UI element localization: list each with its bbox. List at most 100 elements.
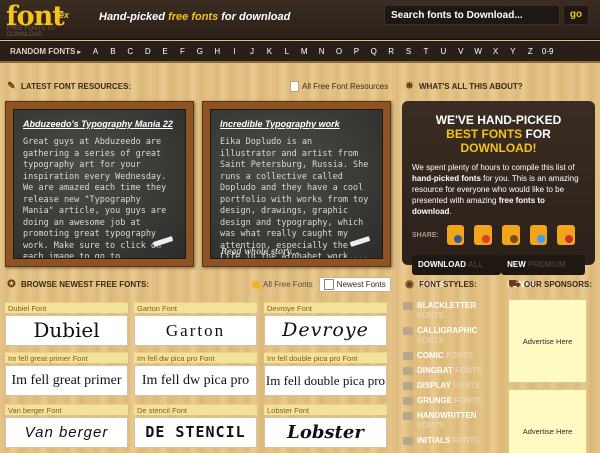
font-card[interactable]: Lobster Font Lobster [264,404,387,448]
font-preview[interactable]: DE STENCIL [134,417,257,448]
alphabet-letter-link[interactable]: Y [504,47,521,56]
site-logo[interactable]: font ex FREE FONTS TO DOWNLOAD [6,0,86,40]
resource-title[interactable]: Incredible Typography work [220,119,373,129]
alphabet-letter-link[interactable]: M [296,47,313,56]
font-card[interactable]: Im fell dw pica pro Font Im fell dw pica … [134,352,257,396]
alphabet-letter-link[interactable]: B [104,47,121,56]
font-style-name: DINGBAT [417,366,453,375]
alphabet-letter-link[interactable]: D [139,47,156,56]
font-card[interactable]: Im fell great primer Font Im fell great p… [5,352,128,396]
alphabet-letter-link[interactable]: N [313,47,330,56]
folder-icon [403,397,413,405]
download-all-fonts-button[interactable]: DOWNLOAD ALL FONTS! [412,255,502,289]
styles-heading-text: FONT STYLES: [419,280,477,289]
alphabet-letter-link[interactable]: S [400,47,417,56]
font-card-label[interactable]: Im fell dw pica pro Font [134,352,257,363]
alphabet-letter-link[interactable]: R [382,47,399,56]
font-style-label: BLACKLETTER FONTS [417,301,503,321]
font-card-label[interactable]: Dubiel Font [5,302,128,313]
font-style-item[interactable]: BLACKLETTER FONTS [403,301,503,321]
chalkboard: Incredible Typography work Eika Dopludo … [210,109,383,259]
font-card-label[interactable]: Garton Font [134,302,257,313]
font-card[interactable]: Garton Font Garton [134,302,257,346]
font-style-name: BLACKLETTER [417,301,477,310]
random-fonts-link[interactable]: RANDOM FONTS ▸ [10,47,81,56]
font-style-item[interactable]: CALLIGRAPHIC FONTS [403,326,503,346]
alphabet-letter-link[interactable]: H [209,47,226,56]
font-style-item[interactable]: HANDWRITTEN FONTS [403,411,503,431]
font-style-item[interactable]: DINGBAT FONTS [403,366,503,376]
sponsor-ad-slot[interactable]: Advertise Here [508,389,587,453]
alphabet-letter-link[interactable]: I [226,47,243,56]
font-style-label: DISPLAY FONTS [417,381,480,391]
resource-body: Eika Dopludo is an illustrator and artis… [220,137,369,259]
alphabet-letter-link[interactable]: G [191,47,208,56]
resource-board-2[interactable]: Incredible Typography work Eika Dopludo … [202,101,391,267]
alphabet-letter-link[interactable]: 0-9 [539,47,556,56]
alphabet-letter-link[interactable]: P [348,47,365,56]
font-style-item[interactable]: COMIC FONTS [403,351,503,361]
search-go-button[interactable]: go [563,5,589,25]
resource-title[interactable]: Abduzeedo's Typography Mania 22 [23,119,176,129]
font-preview[interactable]: Im fell double pica pro [264,365,387,396]
new-premium-fonts-button[interactable]: NEW PREMIUM FONTS! [501,255,585,289]
alphabet-letter-link[interactable]: U [435,47,452,56]
alphabet-letter-link[interactable]: Z [522,47,539,56]
font-card-label[interactable]: Im fell great primer Font [5,352,128,363]
tab-newest-fonts[interactable]: Newest Fonts [318,277,391,292]
document-icon [290,81,299,92]
font-card[interactable]: Dubiel Font Dubiel [5,302,128,346]
alphabet-letter-link[interactable]: O [330,47,347,56]
sponsors-heading: ⛟ OUR SPONSORS: [508,278,592,291]
about-title-download: DOWNLOAD! [460,141,537,155]
font-card-label[interactable]: Im fell double pica pro Font [264,352,387,363]
font-style-item[interactable]: DISPLAY FONTS [403,381,503,391]
font-preview[interactable]: Devroye [264,315,387,346]
alphabet-letter-link[interactable]: W [469,47,486,56]
font-style-item[interactable]: GRUNGE FONTS [403,396,503,406]
sponsor-ad-slot[interactable]: Advertise Here [508,299,587,383]
stumbleupon-icon[interactable] [474,225,493,245]
random-fonts-label: RANDOM FONTS [10,46,76,56]
font-preview[interactable]: Van berger [5,417,128,448]
alphabet-letter-link[interactable]: L [278,47,295,56]
font-preview[interactable]: Garton [134,315,257,346]
alphabet-letter-link[interactable]: T [417,47,434,56]
alphabet-letter-link[interactable]: K [261,47,278,56]
font-preview[interactable]: Dubiel [5,315,128,346]
alphabet-letter-link[interactable]: X [487,47,504,56]
font-card[interactable]: Van berger Font Van berger [5,404,128,448]
font-card-label[interactable]: Lobster Font [264,404,387,415]
font-card[interactable]: Im fell double pica pro Font Im fell doub… [264,352,387,396]
font-card-label[interactable]: De stencil Font [134,404,257,415]
font-preview[interactable]: Lobster [264,417,387,448]
alphabet-letter-link[interactable]: A [87,47,104,56]
font-preview[interactable]: Im fell dw pica pro [134,365,257,396]
font-styles-list: BLACKLETTER FONTS CALLIGRAPHIC FONTS COMIC… [403,301,503,451]
all-resources-link[interactable]: All Free Font Resources [290,81,388,92]
alphabet-letter-link[interactable]: C [122,47,139,56]
tab-all-free-fonts[interactable]: All Free Fonts [252,277,313,292]
alphabet-letter-link[interactable]: F [174,47,191,56]
alphabet-letter-link[interactable]: E [156,47,173,56]
font-card[interactable]: De stencil Font DE STENCIL [134,404,257,448]
font-card-label[interactable]: Van berger Font [5,404,128,415]
read-more-link[interactable]: Read whole story... [221,247,298,256]
font-style-item[interactable]: INITIALS FONTS [403,436,503,446]
delicious-icon[interactable] [557,225,575,245]
folder-icon [403,352,413,360]
twitter-icon[interactable] [529,225,548,245]
alphabet-letter-link[interactable]: V [452,47,469,56]
digg-icon[interactable] [502,225,520,245]
font-card-label[interactable]: Devroye Font [264,302,387,313]
alphabet-letter-link[interactable]: Q [365,47,382,56]
alphabet-letter-link[interactable]: J [243,47,260,56]
font-preview[interactable]: Im fell great primer [5,365,128,396]
share-row: SHARE: [412,225,585,245]
facebook-icon[interactable] [446,225,465,245]
alphabet-letters: A B C D E F G H I J K L M N O P Q R S T U V W X Y Z 0-9 [87,47,557,56]
font-card[interactable]: Devroye Font Devroye [264,302,387,346]
search-input[interactable] [384,5,560,25]
font-style-name: HANDWRITTEN [417,411,477,420]
resource-board-1[interactable]: Abduzeedo's Typography Mania 22 Great gu… [5,101,194,267]
